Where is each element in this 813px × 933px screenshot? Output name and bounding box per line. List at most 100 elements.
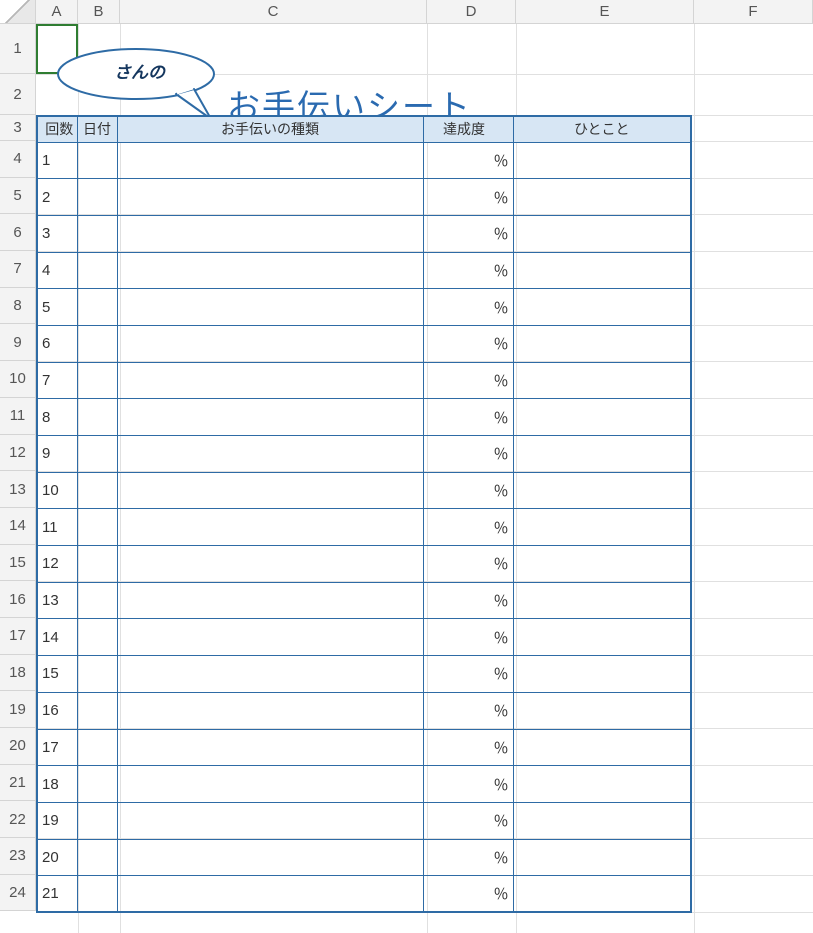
cell-count[interactable]: 4 [37,252,77,289]
cell-kind[interactable] [117,289,423,326]
cell-kind[interactable] [117,692,423,729]
cell-progress[interactable]: ％ [423,325,513,362]
cell-date[interactable] [77,766,117,803]
cell-progress[interactable]: ％ [423,729,513,766]
cell-date[interactable] [77,876,117,913]
sheet-grid[interactable]: さんの お手伝いシート 回数 日付 お手伝いの種類 達成度 ひとこと 1％2％3… [36,24,813,933]
col-header-E[interactable]: E [516,0,694,24]
cell-kind[interactable] [117,325,423,362]
header-count[interactable]: 回数 [37,116,77,142]
cell-note[interactable] [513,802,691,839]
cell-kind[interactable] [117,582,423,619]
cell-kind[interactable] [117,215,423,252]
cell-date[interactable] [77,509,117,546]
cell-count[interactable]: 1 [37,142,77,179]
cell-kind[interactable] [117,729,423,766]
cell-date[interactable] [77,142,117,179]
row-header-22[interactable]: 22 [0,801,36,838]
cell-count[interactable]: 15 [37,656,77,693]
cell-note[interactable] [513,509,691,546]
cell-date[interactable] [77,619,117,656]
cell-date[interactable] [77,839,117,876]
row-header-13[interactable]: 13 [0,471,36,508]
cell-note[interactable] [513,325,691,362]
cell-count[interactable]: 13 [37,582,77,619]
cell-note[interactable] [513,142,691,179]
cell-date[interactable] [77,325,117,362]
cell-kind[interactable] [117,876,423,913]
header-kind[interactable]: お手伝いの種類 [117,116,423,142]
header-note[interactable]: ひとこと [513,116,691,142]
cell-count[interactable]: 8 [37,399,77,436]
cell-kind[interactable] [117,619,423,656]
row-header-7[interactable]: 7 [0,251,36,288]
row-header-23[interactable]: 23 [0,838,36,875]
cell-date[interactable] [77,252,117,289]
row-header-18[interactable]: 18 [0,655,36,692]
cell-note[interactable] [513,252,691,289]
cell-kind[interactable] [117,656,423,693]
cell-kind[interactable] [117,509,423,546]
cell-count[interactable]: 12 [37,546,77,583]
cell-note[interactable] [513,729,691,766]
row-header-1[interactable]: 1 [0,24,36,74]
row-header-15[interactable]: 15 [0,545,36,582]
cell-progress[interactable]: ％ [423,362,513,399]
cell-note[interactable] [513,472,691,509]
cell-date[interactable] [77,472,117,509]
header-progress[interactable]: 達成度 [423,116,513,142]
cell-progress[interactable]: ％ [423,179,513,216]
row-header-20[interactable]: 20 [0,728,36,765]
cell-progress[interactable]: ％ [423,546,513,583]
row-header-16[interactable]: 16 [0,581,36,618]
cell-kind[interactable] [117,142,423,179]
cell-count[interactable]: 3 [37,215,77,252]
cell-progress[interactable]: ％ [423,289,513,326]
cell-note[interactable] [513,766,691,803]
cell-note[interactable] [513,362,691,399]
cell-progress[interactable]: ％ [423,582,513,619]
cell-progress[interactable]: ％ [423,766,513,803]
row-header-6[interactable]: 6 [0,214,36,251]
col-header-F[interactable]: F [694,0,813,24]
cell-note[interactable] [513,215,691,252]
cell-count[interactable]: 16 [37,692,77,729]
cell-count[interactable]: 17 [37,729,77,766]
cell-count[interactable]: 11 [37,509,77,546]
row-header-8[interactable]: 8 [0,288,36,325]
cell-count[interactable]: 19 [37,802,77,839]
cell-progress[interactable]: ％ [423,656,513,693]
cell-date[interactable] [77,802,117,839]
row-header-2[interactable]: 2 [0,74,36,115]
row-header-3[interactable]: 3 [0,115,36,141]
cell-kind[interactable] [117,472,423,509]
cell-progress[interactable]: ％ [423,142,513,179]
cell-kind[interactable] [117,546,423,583]
cell-date[interactable] [77,729,117,766]
cell-progress[interactable]: ％ [423,509,513,546]
header-date[interactable]: 日付 [77,116,117,142]
cell-progress[interactable]: ％ [423,472,513,509]
cell-count[interactable]: 2 [37,179,77,216]
select-all-corner[interactable] [0,0,36,24]
cell-progress[interactable]: ％ [423,436,513,473]
cell-count[interactable]: 20 [37,839,77,876]
cell-note[interactable] [513,876,691,913]
cell-count[interactable]: 21 [37,876,77,913]
cell-progress[interactable]: ％ [423,692,513,729]
row-header-10[interactable]: 10 [0,361,36,398]
cell-count[interactable]: 18 [37,766,77,803]
cell-count[interactable]: 5 [37,289,77,326]
cell-count[interactable]: 6 [37,325,77,362]
cell-count[interactable]: 10 [37,472,77,509]
row-header-5[interactable]: 5 [0,178,36,215]
cell-kind[interactable] [117,436,423,473]
cell-note[interactable] [513,289,691,326]
cell-note[interactable] [513,839,691,876]
cell-progress[interactable]: ％ [423,876,513,913]
cell-note[interactable] [513,436,691,473]
col-header-B[interactable]: B [78,0,120,24]
col-header-C[interactable]: C [120,0,427,24]
cell-progress[interactable]: ％ [423,839,513,876]
cell-date[interactable] [77,436,117,473]
